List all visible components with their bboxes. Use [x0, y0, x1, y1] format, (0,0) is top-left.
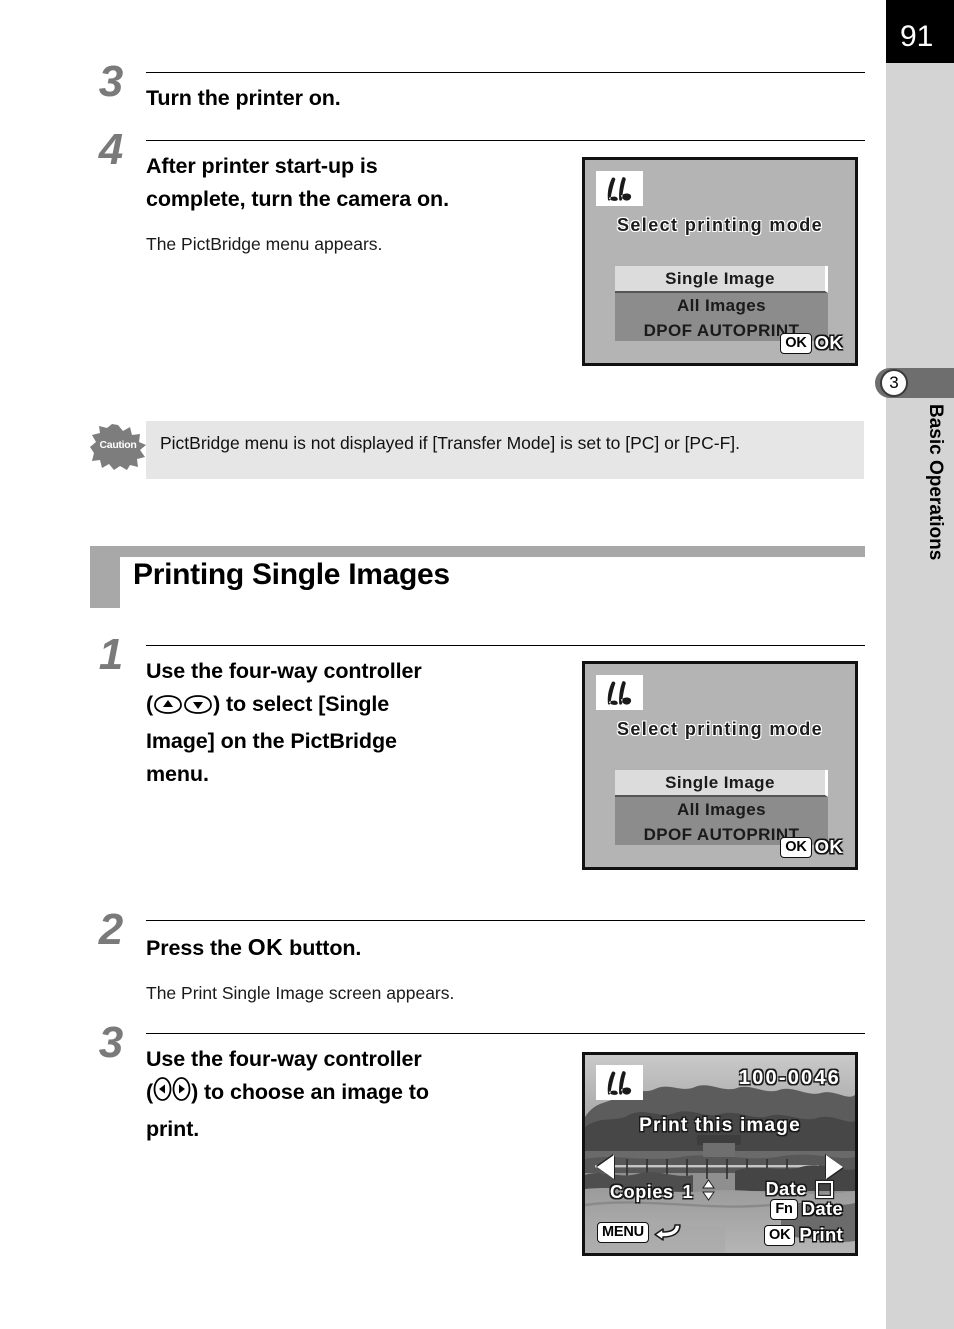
ok-key-label: OK [814, 332, 843, 353]
lcd-prompt: Print this image [639, 1115, 801, 1136]
step-description: The Print Single Image screen appears. [146, 982, 455, 1003]
lcd-title: Select printing mode [616, 215, 824, 235]
lcd-prev-image-arrow-icon[interactable] [597, 1155, 614, 1179]
four-way-down-icon [183, 691, 213, 724]
section-heading-title: Printing Single Images [133, 558, 450, 591]
step-number: 1 [98, 630, 124, 679]
lcd-next-image-arrow-icon[interactable] [826, 1155, 843, 1179]
chapter-number-badge: 3 [880, 369, 908, 397]
step-title-line-2: complete, turn the camera on. [146, 187, 449, 212]
lcd-menu-item-single-image[interactable]: Single Image [615, 266, 828, 293]
side-rail: 91 3 Basic Operations [875, 0, 954, 1329]
ok-key-icon: OK [764, 1224, 796, 1246]
menu-key-icon: MENU [597, 1222, 649, 1243]
lcd-menu-item-all-images[interactable]: All Images [615, 293, 828, 318]
page-number: 91 [900, 20, 934, 53]
step-title: Use the four-way controller ( ) to choos… [146, 1043, 566, 1146]
lcd-copies-control[interactable]: Copies 1 [610, 1179, 716, 1206]
date-label: Date [765, 1179, 807, 1199]
pictbridge-logo-icon [596, 171, 643, 206]
lcd-title: Select printing mode [616, 719, 824, 739]
caution-badge-label: Caution [99, 439, 137, 451]
step-number: 2 [98, 905, 124, 954]
section-heading-accent-block [90, 546, 120, 608]
camera-lcd-print-single-image: 100-0046 Print this image Copies 1 Date … [582, 1052, 858, 1256]
step-title-paren-open: ( [146, 1080, 154, 1105]
camera-lcd-select-printing-mode-1: Select printing mode Single Image All Im… [582, 157, 858, 366]
step-title-paren-open: ( [146, 692, 154, 717]
step-title-line-1: After printer start-up is [146, 154, 378, 178]
caution-badge-icon: Caution [90, 424, 146, 470]
step-title-line-2-suffix: ) to choose an image to [191, 1080, 429, 1105]
camera-lcd-select-printing-mode-2: Select printing mode Single Image All Im… [582, 661, 858, 870]
fn-key-label: Date [801, 1198, 843, 1219]
ok-key-icon: OK [780, 836, 812, 858]
step-number: 3 [98, 1018, 124, 1067]
step-title: Use the four-way controller ( ) to selec… [146, 655, 546, 791]
four-way-left-icon [153, 1076, 172, 1112]
fn-key-icon: Fn [770, 1198, 798, 1220]
copies-label: Copies [610, 1182, 674, 1202]
step-title-line-1: Use the four-way controller [146, 659, 422, 683]
lcd-menu-item-all-images[interactable]: All Images [615, 797, 828, 822]
chapter-title: Basic Operations [925, 404, 946, 561]
copies-value: 1 [682, 1182, 694, 1202]
lcd-menu-hint: MENU [597, 1219, 684, 1246]
date-checkbox[interactable] [816, 1181, 833, 1198]
ok-key-icon: OK [780, 332, 812, 354]
step-title-line-3: Image] on the PictBridge [146, 728, 397, 753]
ok-key-label: Print [799, 1224, 843, 1245]
caution-note: PictBridge menu is not displayed if [Tra… [146, 421, 864, 479]
page-number-block: 91 [886, 0, 954, 63]
lcd-menu-panel: Single Image All Images DPOF AUTOPRINT [615, 266, 828, 341]
lcd-menu-panel: Single Image All Images DPOF AUTOPRINT [615, 770, 828, 845]
step-title-line-4: menu. [146, 761, 209, 786]
lcd-ok-hint: OK OK [780, 332, 843, 354]
ok-button-glyph: OK [247, 934, 284, 960]
step-body: Turn the printer on. [146, 72, 865, 115]
lcd-menu-item-single-image[interactable]: Single Image [615, 770, 828, 797]
step-number: 3 [98, 57, 124, 106]
lcd-ok-hint: OK OK [780, 836, 843, 858]
copies-stepper-icon[interactable] [702, 1179, 716, 1206]
step-body: Press the OK button. The Print Single Im… [146, 920, 865, 1005]
side-rail-background [886, 63, 954, 1329]
lcd-file-number: 100-0046 [738, 1067, 841, 1089]
lcd-fn-date-hint: Fn Date [770, 1198, 843, 1220]
step-title: Press the OK button. [146, 930, 865, 966]
step-title-suffix: button. [289, 936, 362, 960]
step-title: Turn the printer on. [146, 86, 341, 110]
lcd-date-control[interactable]: Date [766, 1179, 833, 1200]
four-way-up-icon [153, 691, 183, 724]
four-way-right-icon [172, 1076, 191, 1112]
step-title: After printer start-up is complete, turn… [146, 150, 566, 217]
step-title-line-2-suffix: ) to select [Single [213, 692, 390, 717]
step-number: 4 [98, 125, 124, 174]
step-title-line-3: print. [146, 1116, 200, 1141]
step-title-prefix: Press the [146, 936, 242, 960]
step-title-line-1: Use the four-way controller [146, 1047, 422, 1071]
section-heading-rule [90, 546, 865, 557]
lcd-ok-print-hint: OK Print [764, 1224, 843, 1246]
page-content: 3 Turn the printer on. 4 After printer s… [0, 0, 875, 1329]
pictbridge-logo-icon [596, 675, 643, 710]
ok-key-label: OK [814, 836, 843, 857]
pictbridge-logo-icon [596, 1065, 643, 1100]
caution-text: PictBridge menu is not displayed if [Tra… [160, 433, 740, 453]
back-arrow-icon [654, 1219, 684, 1246]
